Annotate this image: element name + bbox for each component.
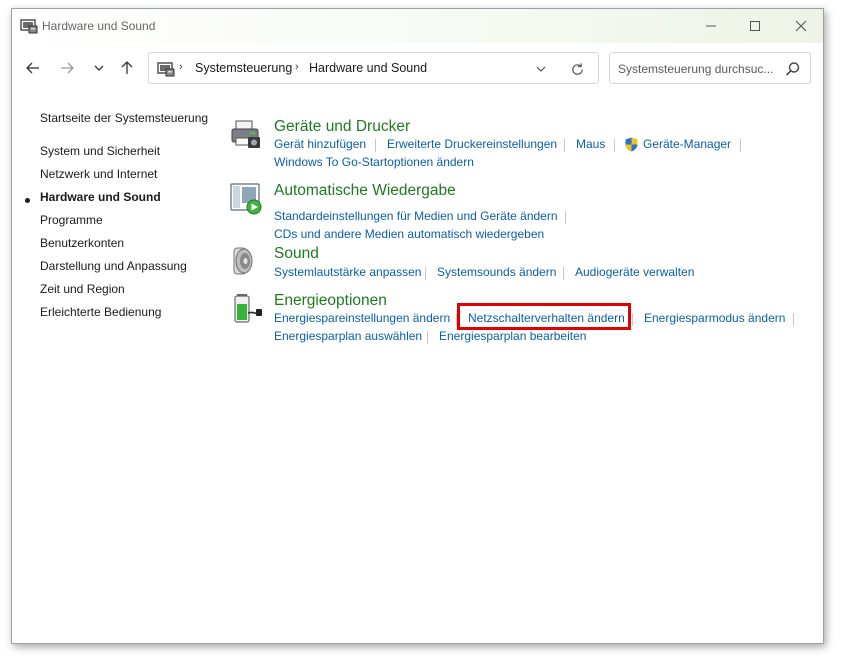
control-panel-icon xyxy=(20,19,38,34)
link-cds-automatisch-wiedergeben[interactable]: CDs und andere Medien automatisch wieder… xyxy=(274,227,544,241)
maximize-icon xyxy=(750,21,760,31)
link-windows-to-go-startoptionen[interactable]: Windows To Go-Startoptionen ändern xyxy=(274,155,474,169)
sidebar-item-home[interactable]: Startseite der Systemsteuerung xyxy=(40,111,208,125)
category-title-sound[interactable]: Sound xyxy=(274,245,319,263)
search-icon[interactable] xyxy=(784,60,802,78)
recent-locations-button[interactable] xyxy=(88,57,110,79)
autoplay-icon[interactable] xyxy=(230,181,264,215)
search-box[interactable] xyxy=(609,52,811,84)
control-panel-icon xyxy=(157,62,175,77)
link-divider xyxy=(425,267,426,280)
link-geraete-manager[interactable]: Geräte-Manager xyxy=(643,137,731,151)
sidebar-item-hardware-und-sound[interactable]: Hardware und Sound xyxy=(40,190,161,204)
link-erweiterte-druckereinstellungen[interactable]: Erweiterte Druckereinstellungen xyxy=(387,137,557,151)
back-button[interactable] xyxy=(22,57,44,79)
category-title-automatische-wiedergabe[interactable]: Automatische Wiedergabe xyxy=(274,182,456,200)
link-divider xyxy=(740,139,741,152)
sidebar-item-zeit-und-region[interactable]: Zeit und Region xyxy=(40,282,125,296)
battery-icon[interactable] xyxy=(230,291,264,325)
minimize-icon xyxy=(706,25,716,27)
link-energiesparmodus-aendern[interactable]: Energiesparmodus ändern xyxy=(644,311,785,325)
close-button[interactable] xyxy=(778,9,823,43)
sidebar-item-system-und-sicherheit[interactable]: System und Sicherheit xyxy=(40,144,160,158)
control-panel-window: Hardware und Sound › Systemsteuerung › H… xyxy=(11,8,824,644)
sidebar-item-programme[interactable]: Programme xyxy=(40,213,103,227)
sidebar-item-benutzerkonten[interactable]: Benutzerkonten xyxy=(40,236,124,250)
sidebar-item-netzwerk-und-internet[interactable]: Netzwerk und Internet xyxy=(40,167,157,181)
breadcrumb-separator[interactable]: › xyxy=(295,61,299,73)
link-divider xyxy=(614,139,615,152)
link-divider xyxy=(427,331,428,344)
speaker-icon[interactable] xyxy=(230,245,264,279)
category-title-energieoptionen[interactable]: Energieoptionen xyxy=(274,292,387,310)
forward-button[interactable] xyxy=(56,57,78,79)
link-divider xyxy=(632,313,633,326)
minimize-button[interactable] xyxy=(688,9,734,43)
refresh-button[interactable] xyxy=(567,59,587,79)
search-input[interactable] xyxy=(616,59,780,79)
arrow-right-icon xyxy=(61,62,74,74)
title-bar: Hardware und Sound xyxy=(12,9,823,43)
link-audiogeraete-verwalten[interactable]: Audiogeräte verwalten xyxy=(575,265,694,279)
address-dropdown-button[interactable] xyxy=(531,60,551,78)
breadcrumb-separator[interactable]: › xyxy=(179,61,183,73)
link-standardeinstellungen-medien[interactable]: Standardeinstellungen für Medien und Ger… xyxy=(274,209,558,223)
link-energiesparplan-auswaehlen[interactable]: Energiesparplan auswählen xyxy=(274,329,422,343)
window-title: Hardware und Sound xyxy=(42,19,156,33)
arrow-left-icon xyxy=(26,62,39,74)
address-bar[interactable]: › Systemsteuerung › Hardware und Sound xyxy=(148,52,599,84)
breadcrumb-hardware-und-sound[interactable]: Hardware und Sound xyxy=(309,61,427,75)
up-button[interactable] xyxy=(116,57,138,79)
link-divider xyxy=(563,267,564,280)
sidebar-item-darstellung-und-anpassung[interactable]: Darstellung und Anpassung xyxy=(40,259,187,273)
link-divider xyxy=(565,211,566,224)
link-divider xyxy=(564,139,565,152)
link-energiesparplan-bearbeiten[interactable]: Energiesparplan bearbeiten xyxy=(439,329,586,343)
link-divider xyxy=(793,313,794,326)
link-systemlautstaerke-anpassen[interactable]: Systemlautstärke anpassen xyxy=(274,265,421,279)
maximize-button[interactable] xyxy=(732,9,778,43)
uac-shield-icon xyxy=(625,137,638,152)
link-energiespareinstellungen-aendern[interactable]: Energiespareinstellungen ändern xyxy=(274,311,450,325)
close-icon xyxy=(795,20,807,32)
link-maus[interactable]: Maus xyxy=(576,137,605,151)
category-title-geraete-und-drucker[interactable]: Geräte und Drucker xyxy=(274,118,410,136)
arrow-up-icon xyxy=(121,61,133,74)
active-item-bullet xyxy=(25,198,30,203)
printer-icon[interactable] xyxy=(230,117,264,151)
link-geraet-hinzufuegen[interactable]: Gerät hinzufügen xyxy=(274,137,366,151)
sidebar-item-erleichterte-bedienung[interactable]: Erleichterte Bedienung xyxy=(40,305,161,319)
refresh-icon xyxy=(571,62,583,75)
chevron-down-icon xyxy=(94,65,104,71)
navigation-bar: › Systemsteuerung › Hardware und Sound xyxy=(12,43,823,93)
breadcrumb-systemsteuerung[interactable]: Systemsteuerung xyxy=(195,61,292,75)
link-divider xyxy=(375,139,376,152)
chevron-down-icon xyxy=(536,66,546,72)
highlight-box xyxy=(457,303,631,330)
link-systemsounds-aendern[interactable]: Systemsounds ändern xyxy=(437,265,556,279)
